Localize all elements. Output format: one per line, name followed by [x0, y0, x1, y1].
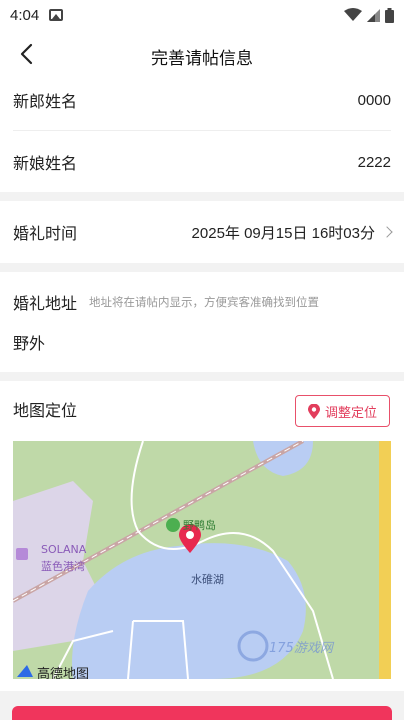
status-icons — [344, 7, 394, 23]
bride-name-label: 新娘姓名 — [13, 154, 78, 173]
status-time: 4:04 — [10, 6, 40, 24]
adjust-location-label: 调整定位 — [324, 405, 377, 421]
nav-bar: 完善请帖信息 — [0, 30, 404, 78]
confirm-button[interactable] — [12, 706, 392, 720]
address-card: 婚礼地址 地址将在请帖内显示，方便宾客准确找到位置 野外 — [0, 272, 404, 372]
wedding-time-card[interactable]: 婚礼时间 2025年 09月15日 16时03分 — [0, 201, 404, 263]
wifi-icon — [344, 8, 362, 21]
wedding-time-label: 婚礼时间 — [13, 224, 78, 243]
wedding-time-value[interactable]: 2025年 09月15日 16时03分 — [192, 222, 375, 243]
map-card: 地图定位 调整定位 野鸭岛 水碓湖 SOLANA 蓝色港湾 高德地图 175游戏… — [0, 381, 404, 691]
watermark-label: 175游戏网 — [269, 641, 333, 656]
cellular-icon — [367, 8, 380, 22]
photo-notification-icon — [49, 9, 64, 21]
map-brand-label: 高德地图 — [37, 667, 90, 679]
chevron-right-icon — [381, 226, 393, 238]
address-label: 婚礼地址 — [13, 294, 78, 313]
page-title: 完善请帖信息 — [151, 49, 253, 69]
wedding-time-row[interactable]: 婚礼时间 2025年 09月15日 16时03分 — [13, 210, 393, 254]
groom-name-label: 新郎姓名 — [13, 92, 78, 111]
divider — [13, 130, 391, 131]
map-label-island: 野鸭岛 — [183, 519, 216, 532]
location-pin-icon — [307, 403, 320, 419]
status-bar: 4:04 — [0, 0, 404, 30]
battery-icon — [385, 7, 394, 23]
address-hint: 地址将在请帖内显示，方便宾客准确找到位置 — [89, 295, 320, 309]
groom-name-value[interactable]: 0000 — [358, 92, 391, 109]
map-location-label: 地图定位 — [13, 401, 78, 420]
map-label-solana-zh: 蓝色港湾 — [41, 560, 85, 573]
groom-name-row[interactable]: 新郎姓名 0000 — [13, 78, 391, 122]
map-label-lake: 水碓湖 — [191, 573, 224, 586]
adjust-location-button[interactable]: 调整定位 — [294, 395, 390, 427]
address-input[interactable]: 野外 — [13, 330, 45, 354]
address-input-row[interactable]: 野外 — [13, 322, 391, 362]
names-card: 新郎姓名 0000 新娘姓名 2222 — [0, 78, 404, 192]
map-view[interactable]: 野鸭岛 水碓湖 SOLANA 蓝色港湾 高德地图 175游戏网 — [13, 441, 391, 679]
bride-name-value[interactable]: 2222 — [358, 154, 391, 171]
bride-name-row[interactable]: 新娘姓名 2222 — [13, 140, 391, 184]
map-label-solana-en: SOLANA — [41, 543, 87, 556]
address-label-row: 婚礼地址 地址将在请帖内显示，方便宾客准确找到位置 — [13, 282, 391, 322]
